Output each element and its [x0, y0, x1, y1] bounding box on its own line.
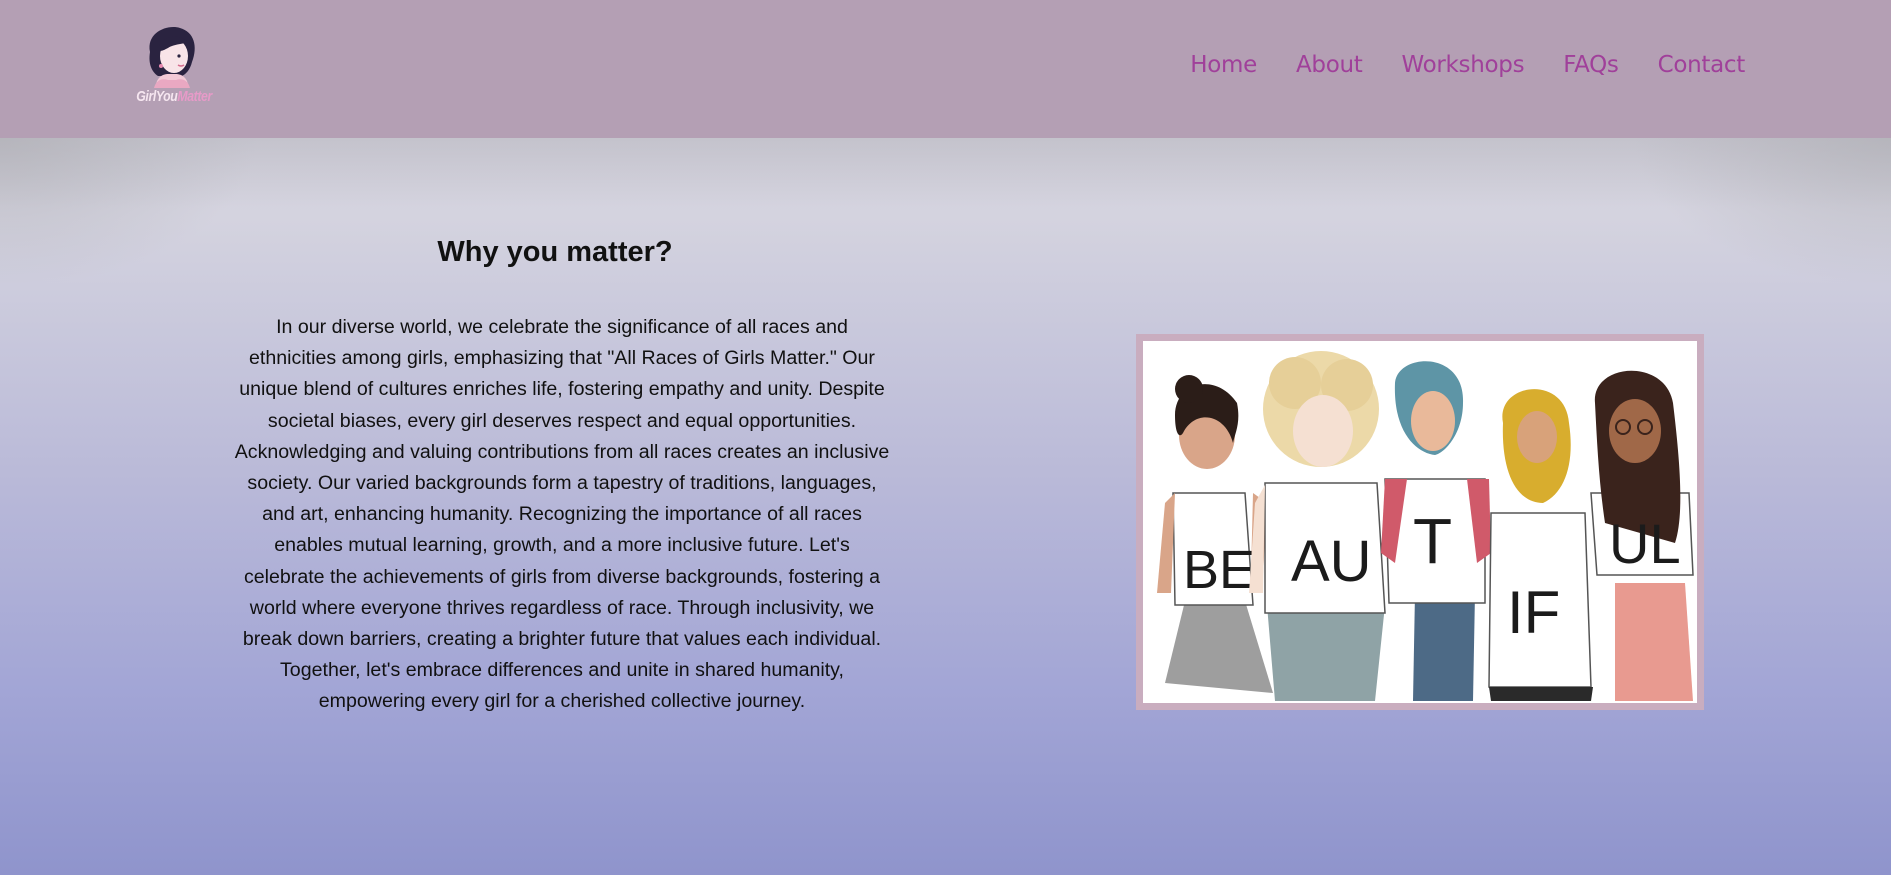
nav-contact[interactable]: Contact — [1658, 52, 1746, 78]
shirt-letters-au: AU — [1291, 529, 1372, 594]
corner-shadow-right — [1631, 138, 1891, 288]
section-title: Why you matter? — [437, 236, 673, 268]
nav-workshops[interactable]: Workshops — [1402, 52, 1525, 78]
illustration-frame: BE AU T IF UL — [1136, 334, 1704, 710]
header-shadow — [0, 138, 1891, 208]
site-logo[interactable]: GirlYouMatter — [128, 22, 220, 116]
shirt-letter-t: T — [1413, 505, 1452, 577]
shirt-letters-be: BE — [1183, 540, 1255, 600]
nav-home[interactable]: Home — [1190, 52, 1257, 78]
corner-shadow-left — [0, 138, 260, 288]
diverse-girls-illustration: BE AU T IF UL — [1143, 341, 1697, 703]
girl-avatar-logo-icon — [149, 27, 195, 88]
shirt-letters-if: IF — [1507, 579, 1560, 646]
shirt-letters-ul: UL — [1609, 512, 1681, 575]
logo-text: GirlYouMatter — [136, 88, 212, 105]
nav-about[interactable]: About — [1296, 52, 1363, 78]
section-body: In our diverse world, we celebrate the s… — [234, 316, 890, 713]
site-header: GirlYouMatter Home About Workshops FAQs … — [0, 0, 1891, 138]
main-nav: Home About Workshops FAQs Contact — [1190, 52, 1745, 78]
nav-faqs[interactable]: FAQs — [1563, 52, 1619, 78]
